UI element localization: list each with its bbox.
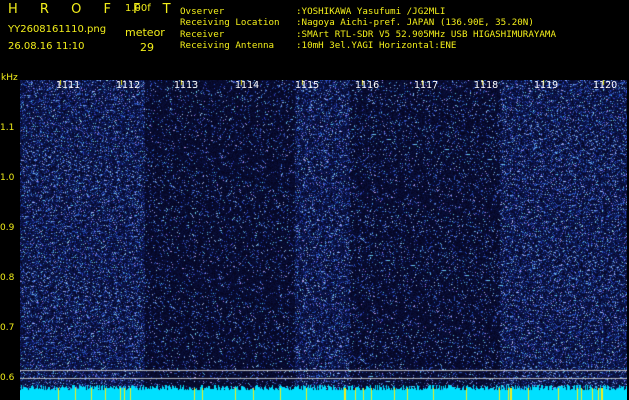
meta-key: Receiving Antenna [180,40,275,51]
filename-label: YY2608161110.png [8,24,107,35]
version-label: 1.00f [125,3,151,14]
meta-receiver: Receiver :SMArt RTL-SDR V5 52.905MHz USB … [180,29,556,40]
x-tick-label: 1120 [593,80,618,91]
x-tick-label: 1118 [474,80,499,91]
meta-value: :YOSHIKAWA Yasufumi /JG2MLI [296,6,446,17]
x-tick-label: 1119 [534,80,559,91]
meta-key: Receiver [180,29,225,40]
x-tick-label: 1116 [355,80,380,91]
meteor-count: 29 [140,41,154,54]
datetime-label: 26.08.16 11:10 [8,41,85,52]
x-tick-label: 1112 [116,80,141,91]
meta-key: Ovserver [180,6,225,17]
app-logo: H R O F F T [8,2,180,17]
y-tick-label: 0.9 [0,223,15,233]
meta-location: Receiving Location :Nagoya Aichi-pref. JA… [180,17,534,28]
y-tick-label: 1.1 [0,123,15,133]
meta-antenna: Receiving Antenna :10mH 3el.YAGI Horizont… [180,40,456,51]
y-tick-label: 1.0 [0,173,15,183]
y-tick-label: 0.6 [0,373,15,383]
y-tick-label: 0.7 [0,323,15,333]
x-tick-label: 1115 [295,80,320,91]
x-tick-label: 1117 [414,80,439,91]
x-tick-label: 1111 [56,80,81,91]
y-axis-unit: kHz [1,73,18,83]
x-tick-label: 1114 [235,80,260,91]
meta-observer: Ovserver :YOSHIKAWA Yasufumi /JG2MLI [180,6,445,17]
meta-value: :SMArt RTL-SDR V5 52.905MHz USB HIGASHIM… [296,29,556,40]
meteor-label: meteor [125,26,165,39]
spectrogram-canvas [20,80,627,400]
meta-value: :10mH 3el.YAGI Horizontal:ENE [296,40,457,51]
meta-key: Receiving Location [180,17,280,28]
meta-value: :Nagoya Aichi-pref. JAPAN (136.90E, 35.2… [296,17,534,28]
x-tick-label: 1113 [174,80,199,91]
spectrogram-window: H R O F F T 1.00f YY2608161110.png 26.08… [0,0,629,400]
y-tick-label: 0.8 [0,273,15,283]
